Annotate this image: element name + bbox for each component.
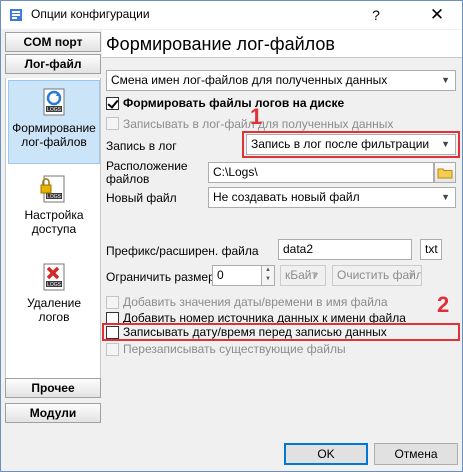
nav-item-log-forming[interactable]: LOGS Формирование лог-файлов	[8, 80, 100, 164]
rename-select[interactable]: Смена имен лог-файлов для полученных дан…	[106, 70, 456, 91]
form-logs-label: Формировать файлы логов на диске	[123, 96, 345, 110]
title-bar: Опции конфигурации ? ✕	[1, 1, 462, 29]
write-log-file-checkbox[interactable]	[106, 117, 119, 130]
main-content: Формирование лог-файлов Смена имен лог-ф…	[102, 30, 462, 437]
chevron-down-icon: ▼	[407, 270, 416, 280]
logs-refresh-icon: LOGS	[43, 88, 65, 116]
clear-file-select[interactable]: Очистить файл ▼	[332, 265, 422, 286]
cancel-button[interactable]: Отмена	[374, 443, 458, 465]
logs-delete-icon: LOGS	[43, 263, 65, 291]
extension-input[interactable]: txt	[420, 239, 442, 260]
chevron-down-icon: ▼	[311, 270, 320, 280]
limit-size-input[interactable]: 0	[212, 265, 262, 286]
nav-item-label: доступа	[31, 222, 77, 236]
nav-item-access[interactable]: LOGS Настройка доступа	[8, 168, 100, 252]
svg-text:LOGS: LOGS	[47, 194, 62, 200]
logs-lock-icon: LOGS	[40, 175, 65, 203]
nav-item-delete[interactable]: LOGS Удаление логов	[8, 256, 100, 340]
write-datetime-before-checkbox[interactable]	[106, 326, 119, 339]
write-datetime-before-label: Записывать дату/время перед записью данн…	[123, 325, 387, 339]
form-logs-checkbox[interactable]	[106, 97, 119, 110]
config-window: Опции конфигурации ? ✕ COM порт Лог-файл…	[0, 0, 463, 472]
close-button[interactable]: ✕	[414, 1, 460, 29]
nav-log-file-button[interactable]: Лог-файл	[5, 54, 101, 74]
new-file-label: Новый файл	[106, 191, 177, 205]
prefix-input[interactable]: data2	[278, 239, 412, 260]
help-button[interactable]: ?	[353, 1, 399, 29]
nav-item-label: Формирование	[12, 121, 96, 135]
nav-other-button[interactable]: Прочее	[5, 378, 101, 398]
prefix-label: Префикс/расширен. файла	[106, 244, 259, 258]
window-title: Опции конфигурации	[31, 7, 150, 21]
limit-label: Ограничить размер	[106, 270, 215, 284]
write-to-log-label: Запись в лог	[106, 139, 177, 153]
location-label-line1: Расположение	[106, 159, 188, 173]
overwrite-files-checkbox[interactable]	[106, 343, 119, 356]
location-input[interactable]: C:\Logs\	[208, 162, 434, 183]
browse-folder-button[interactable]	[434, 162, 456, 183]
marker-2: 2	[437, 292, 450, 317]
svg-text:LOGS: LOGS	[47, 282, 62, 288]
svg-text:LOGS: LOGS	[47, 107, 62, 113]
location-label-line2: файлов	[106, 172, 150, 186]
nav-item-label: лог-файлов	[21, 135, 87, 149]
limit-size-stepper[interactable]: ▲ ▼	[261, 265, 275, 286]
highlight-box-1	[242, 131, 460, 158]
overwrite-files-label: Перезаписывать существующие файлы	[123, 342, 346, 356]
nav-item-label: Удаление	[26, 296, 82, 310]
app-icon	[10, 9, 22, 21]
chevron-down-icon: ▼	[441, 192, 450, 202]
sidebar-nav: COM порт Лог-файл LOGS Формирование лог-…	[5, 30, 101, 430]
nav-item-label: логов	[38, 310, 70, 324]
add-datetime-name-label: Добавить значения даты/времени в имя фай…	[123, 295, 388, 309]
nav-modules-button[interactable]: Модули	[5, 403, 101, 423]
rename-select-value: Смена имен лог-файлов для полученных дан…	[111, 73, 388, 87]
page-title: Формирование лог-файлов	[102, 30, 462, 58]
ok-button[interactable]: OK	[284, 443, 368, 465]
dialog-footer: OK Отмена	[1, 437, 462, 471]
marker-1: 1	[250, 104, 263, 129]
add-datetime-name-checkbox[interactable]	[106, 296, 119, 309]
folder-icon	[437, 168, 453, 179]
size-unit-select[interactable]: кБайт ▼	[280, 265, 326, 286]
nav-com-port-button[interactable]: COM порт	[5, 32, 101, 52]
chevron-down-icon: ▼	[441, 75, 450, 85]
new-file-select[interactable]: Не создавать новый файл ▼	[208, 187, 456, 208]
new-file-value: Не создавать новый файл	[213, 190, 360, 204]
location-label: Расположение файлов	[106, 160, 188, 186]
nav-panel: LOGS Формирование лог-файлов LOGS Настро…	[5, 78, 101, 380]
nav-item-label: Настройка	[24, 208, 84, 222]
